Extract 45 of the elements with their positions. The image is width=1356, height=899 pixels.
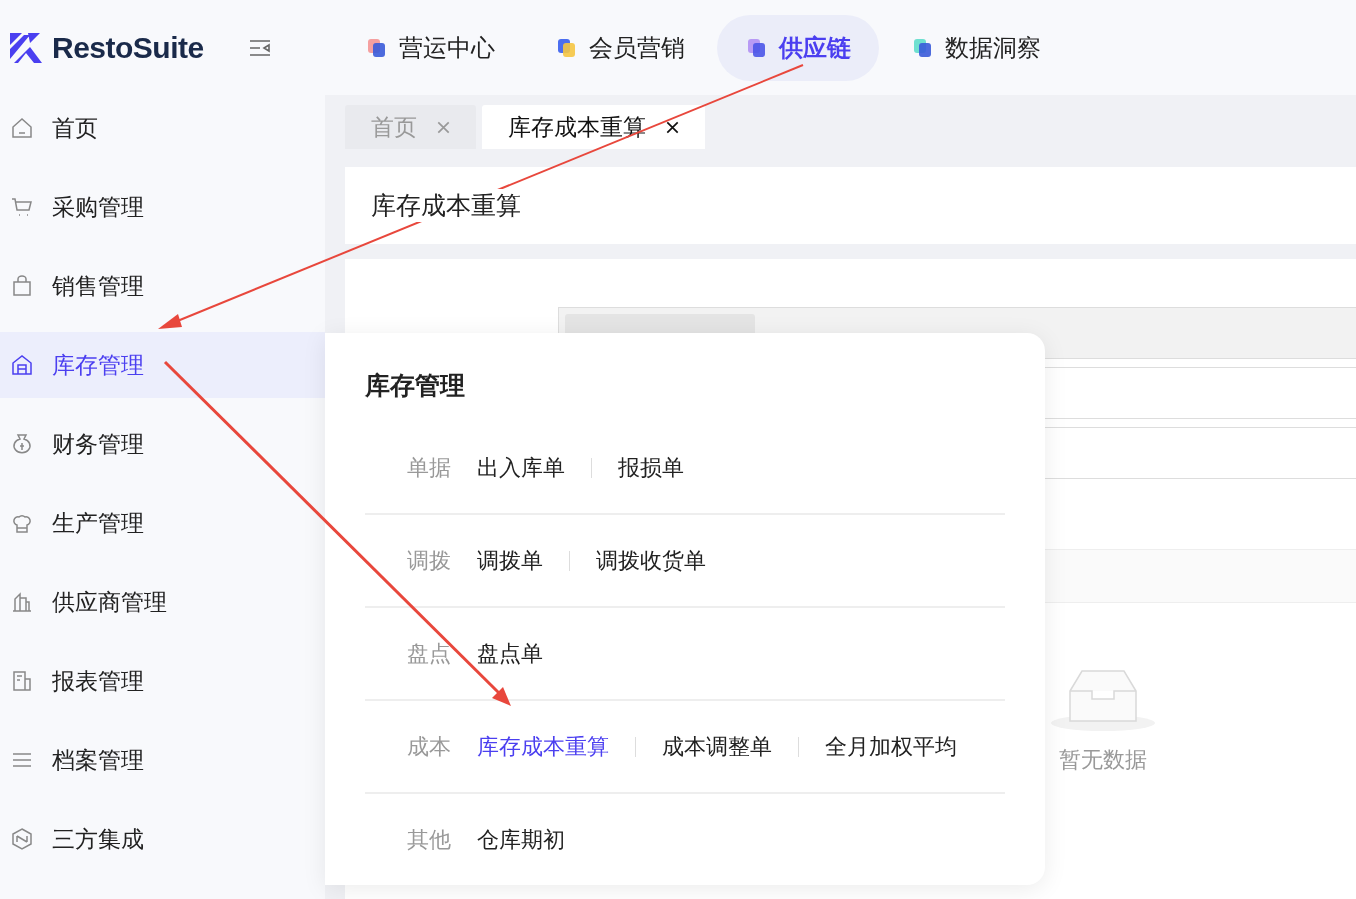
money-bag-icon	[10, 432, 34, 456]
brand-name: RestoSuite	[52, 30, 204, 65]
menu-link[interactable]: 报损单	[618, 452, 684, 483]
sidebar-item[interactable]: 供应商管理	[0, 569, 325, 635]
menu-link[interactable]: 仓库期初	[477, 824, 565, 855]
house-icon	[10, 353, 34, 377]
menu-link[interactable]: 出入库单	[477, 452, 565, 483]
top-nav-tab[interactable]: 营运中心	[337, 14, 523, 81]
sidebar-item[interactable]: 生产管理	[0, 490, 325, 556]
category-label: 调拨	[407, 546, 451, 575]
sidebar-item[interactable]: 销售管理	[0, 253, 325, 319]
category-label: 其他	[407, 825, 451, 854]
sidebar-item[interactable]: 库存管理	[0, 332, 325, 398]
close-icon[interactable]	[666, 120, 679, 134]
cart-icon	[10, 195, 34, 219]
empty-text: 暂无数据	[1059, 746, 1147, 774]
bag-icon	[10, 274, 34, 298]
collapse-menu-icon[interactable]	[247, 37, 272, 58]
category-label: 单据	[407, 453, 451, 482]
menu-link[interactable]: 调拨单	[477, 545, 543, 576]
menu-link[interactable]: 全月加权平均	[825, 731, 957, 762]
document-icon	[10, 669, 34, 693]
empty-box-icon	[1048, 667, 1158, 731]
sidebar-item[interactable]: 报表管理	[0, 648, 325, 714]
top-nav-tab[interactable]: 会员营销	[527, 14, 713, 81]
sidebar-item[interactable]: 首页	[0, 95, 325, 161]
page-tab[interactable]: 库存成本重算	[482, 105, 705, 149]
sidebar-item[interactable]: 三方集成	[0, 806, 325, 872]
category-label: 盘点	[407, 639, 451, 668]
category-label: 成本	[407, 732, 451, 761]
logo-icon	[8, 30, 42, 65]
top-nav-tab[interactable]: 供应链	[717, 14, 879, 81]
menu-link[interactable]: 盘点单	[477, 638, 543, 669]
sidebar-item[interactable]: 财务管理	[0, 411, 325, 477]
building-icon	[10, 590, 34, 614]
menu-link[interactable]: 成本调整单	[662, 731, 772, 762]
menu-link[interactable]: 库存成本重算	[477, 731, 609, 762]
menu-title: 库存管理	[365, 370, 466, 401]
menu-link[interactable]: 调拨收货单	[596, 545, 706, 576]
page-title: 库存成本重算	[371, 189, 521, 222]
link-icon	[10, 827, 34, 851]
sidebar-item[interactable]: 档案管理	[0, 727, 325, 793]
top-nav-tab[interactable]: 数据洞察	[883, 14, 1069, 81]
home-icon	[10, 116, 34, 140]
sidebar-item[interactable]: 采购管理	[0, 174, 325, 240]
